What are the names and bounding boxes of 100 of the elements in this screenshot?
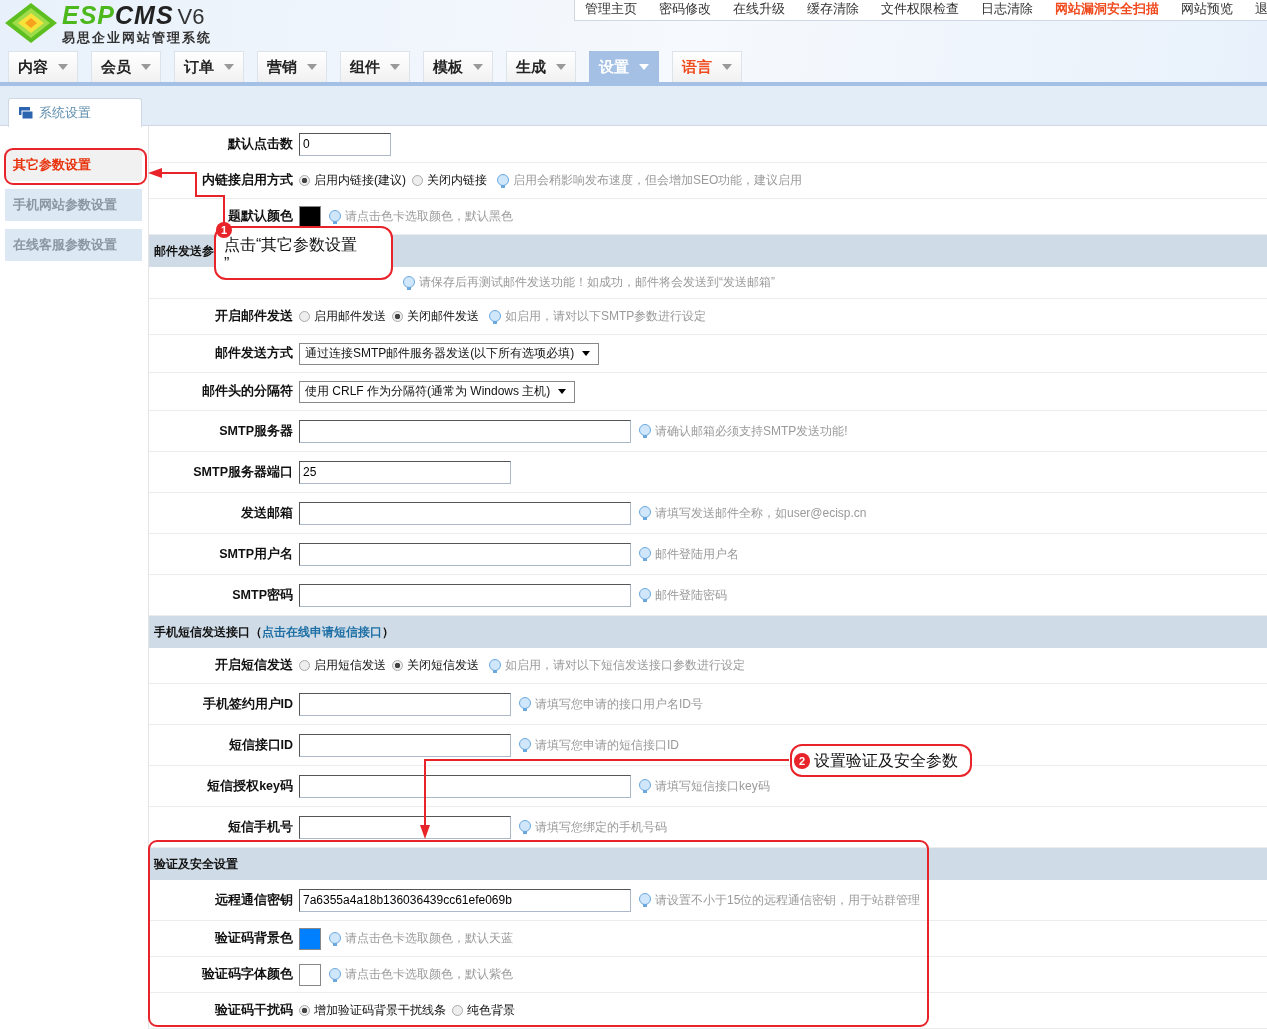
radio-button[interactable]	[452, 1005, 463, 1016]
top-link[interactable]: 网站漏洞安全扫描	[1055, 0, 1159, 18]
caret-icon	[722, 64, 732, 70]
radio-button[interactable]	[299, 660, 310, 671]
radio-label[interactable]: 增加验证码背景干扰线条	[314, 1002, 446, 1019]
sidebar-item[interactable]: 其它参数设置	[5, 149, 142, 181]
top-link[interactable]: 在线升级	[733, 0, 785, 18]
radio-button[interactable]	[412, 175, 423, 186]
hint-icon	[639, 424, 651, 438]
radio-button[interactable]	[299, 311, 310, 322]
menu-tab[interactable]: 营销	[257, 51, 327, 82]
logo-wordmark: ESPCMS	[62, 2, 174, 28]
callout-text: 点击“其它参数设置 ”	[224, 235, 358, 274]
hint-icon	[329, 931, 341, 946]
caret-icon	[639, 64, 649, 70]
caret-icon	[58, 64, 68, 70]
menu-tab[interactable]: 组件	[340, 51, 410, 82]
caret-icon	[224, 64, 234, 70]
input-field[interactable]	[299, 419, 631, 443]
field-label: 发送邮箱	[241, 505, 293, 520]
hint-icon	[329, 967, 341, 982]
menu-tab[interactable]: 生成	[506, 51, 576, 82]
hint-text: 如启用，请对以下SMTP参数进行设定	[505, 308, 707, 325]
input-field[interactable]	[299, 774, 631, 798]
color-swatch[interactable]	[299, 927, 321, 950]
radio-button[interactable]	[392, 660, 403, 671]
field-label: 邮件发送方式	[215, 346, 293, 360]
hint-icon	[519, 738, 531, 752]
window-icon	[19, 107, 33, 119]
callout-text: 设置验证及安全参数	[814, 751, 958, 771]
section-title: 手机短信发送接口（点击在线申请短信接口）	[154, 623, 394, 641]
field-label: 验证码干扰码	[215, 1003, 293, 1017]
radio-label[interactable]: 启用内链接(建议)	[314, 172, 406, 189]
apply-link[interactable]: 点击在线申请短信接口	[262, 624, 382, 639]
hint-text: 请点击色卡选取颜色，默认黑色	[345, 208, 513, 225]
top-link[interactable]: 缓存清除	[807, 0, 859, 18]
field-label: SMTP用户名	[219, 546, 293, 561]
color-swatch[interactable]	[299, 963, 321, 986]
field-label: 远程通信密钥	[215, 892, 293, 907]
hint-icon	[519, 820, 531, 834]
hint-icon	[639, 506, 651, 520]
field-label: 手机签约用户ID	[202, 696, 293, 711]
hint-icon	[403, 275, 415, 290]
radio-label[interactable]: 关闭短信发送	[407, 657, 479, 674]
field-label: SMTP服务器	[219, 423, 293, 438]
menu-tab[interactable]: 语言	[672, 51, 742, 82]
hint-icon	[519, 697, 531, 711]
radio-label[interactable]: 纯色背景	[467, 1002, 515, 1019]
step-badge: 1	[216, 222, 232, 238]
hint-icon	[489, 309, 501, 324]
hint-text: 如启用，请对以下短信发送接口参数进行设定	[505, 657, 745, 674]
dropdown[interactable]: 通过连接SMTP邮件服务器发送(以下所有选项必填)	[299, 342, 600, 365]
top-link[interactable]: 日志清除	[981, 0, 1033, 18]
input-field[interactable]	[299, 501, 631, 525]
top-link[interactable]: 退	[1255, 0, 1267, 18]
hint-text: 请保存后再测试邮件发送功能！如成功，邮件将会发送到“发送邮箱”	[419, 274, 775, 291]
radio-label[interactable]: 启用邮件发送	[314, 308, 386, 325]
caret-icon	[141, 64, 151, 70]
menu-tab[interactable]: 模板	[423, 51, 493, 82]
input-field[interactable]: 25	[299, 460, 511, 484]
menu-tab[interactable]: 内容	[8, 51, 78, 82]
hint-text: 请填写发送邮件全称，如user@ecisp.cn	[655, 504, 867, 522]
field-label: SMTP密码	[232, 587, 293, 602]
hint-text: 请填写您绑定的手机号码	[535, 818, 667, 836]
field-label: 短信授权key码	[207, 778, 293, 793]
hint-text: 邮件登陆用户名	[655, 545, 739, 563]
top-link[interactable]: 文件权限检查	[881, 0, 959, 18]
radio-button[interactable]	[299, 175, 310, 186]
logo-icon	[4, 2, 58, 44]
section-title: 邮件发送参	[154, 242, 214, 260]
field-label: SMTP服务器端口	[193, 464, 293, 479]
sidebar-tab[interactable]: 系统设置	[8, 98, 142, 127]
hint-text: 邮件登陆密码	[655, 586, 727, 604]
caret-icon	[473, 64, 483, 70]
input-field[interactable]	[299, 542, 631, 566]
input-field[interactable]: 0	[299, 132, 391, 156]
menu-tab[interactable]: 订单	[174, 51, 244, 82]
input-field[interactable]: 7a6355a4a18b136036439cc61efe069b	[299, 888, 631, 912]
dropdown[interactable]: 使用 CRLF 作为分隔符(通常为 Windows 主机)	[299, 380, 576, 403]
top-link[interactable]: 密码修改	[659, 0, 711, 18]
input-field[interactable]	[299, 692, 511, 716]
radio-label[interactable]: 关闭邮件发送	[407, 308, 479, 325]
radio-button[interactable]	[392, 311, 403, 322]
radio-label[interactable]: 关闭内链接	[427, 172, 487, 189]
hint-text: 启用会稍影响发布速度，但会增加SEO功能，建议启用	[513, 172, 803, 189]
radio-button[interactable]	[299, 1005, 310, 1016]
menu-tab[interactable]: 会员	[91, 51, 161, 82]
hint-text: 请填写短信接口key码	[655, 777, 770, 795]
logo-version: V6	[177, 5, 205, 28]
field-label: 开启邮件发送	[215, 309, 293, 323]
field-label: 内链接启用方式	[202, 173, 293, 187]
color-swatch[interactable]	[299, 205, 321, 228]
radio-label[interactable]: 启用短信发送	[314, 657, 386, 674]
input-field[interactable]	[299, 583, 631, 607]
hint-text: 请确认邮箱必须支持SMTP发送功能!	[655, 422, 848, 440]
hint-icon	[639, 893, 651, 907]
top-link[interactable]: 管理主页	[585, 0, 637, 18]
top-link[interactable]: 网站预览	[1181, 0, 1233, 18]
input-field[interactable]	[299, 733, 511, 757]
input-field[interactable]	[299, 815, 511, 839]
